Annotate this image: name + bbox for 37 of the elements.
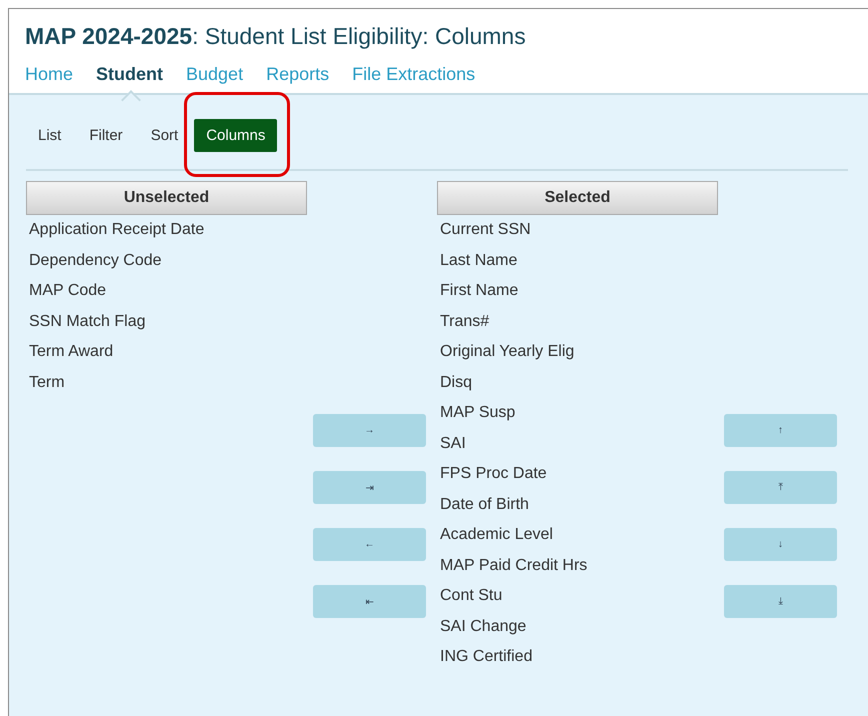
list-item[interactable]: ING Certified <box>437 642 718 672</box>
page-title: MAP 2024-2025: Student List Eligibility: Columns <box>25 23 527 50</box>
list-item[interactable]: Last Name <box>437 246 718 276</box>
column-header: Selected <box>437 181 718 215</box>
list-item[interactable]: Date of Birth <box>437 490 718 520</box>
order-button[interactable]: ↑ <box>724 414 837 447</box>
transfer-button[interactable]: → <box>313 414 426 447</box>
list-item[interactable]: SAI Change <box>437 612 718 642</box>
list-item[interactable]: Application Receipt Date <box>26 215 307 246</box>
list-item[interactable]: FPS Proc Date <box>437 459 718 490</box>
list-item[interactable]: SSN Match Flag <box>26 306 307 337</box>
list-item[interactable]: Cont Stu <box>437 581 718 612</box>
column-header: Unselected <box>26 181 307 215</box>
list-item[interactable]: Trans# <box>437 306 718 337</box>
list-item[interactable]: MAP Paid Credit Hrs <box>437 550 718 581</box>
list-item[interactable]: Disq <box>437 368 718 398</box>
list-item[interactable]: MAP Susp <box>437 398 718 428</box>
list-item[interactable]: Dependency Code <box>26 246 307 276</box>
list-item[interactable]: Current SSN <box>437 215 718 246</box>
transfer-button[interactable]: ⇤ <box>313 585 426 618</box>
list-item[interactable]: First Name <box>437 276 718 306</box>
list-item[interactable]: Term Award <box>26 337 307 368</box>
sub-tab[interactable]: Sort <box>138 118 190 152</box>
nav-tab[interactable]: Student <box>96 64 164 84</box>
list-item[interactable]: SAI <box>437 428 718 459</box>
list-item[interactable]: Term <box>26 368 307 398</box>
sub-tab[interactable]: List <box>26 118 74 152</box>
list-item[interactable]: Original Yearly Elig <box>437 337 718 368</box>
order-button[interactable]: ↓ <box>724 528 837 561</box>
transfer-button[interactable]: ← <box>313 528 426 561</box>
transfer-button[interactable]: ⇥ <box>313 471 426 504</box>
list-item[interactable]: MAP Code <box>26 276 307 306</box>
sub-tab[interactable]: Columns <box>194 118 278 152</box>
order-button[interactable]: ⤒ <box>724 471 837 504</box>
list-item[interactable]: Academic Level <box>437 520 718 550</box>
sub-tab[interactable]: Filter <box>77 118 135 152</box>
order-button[interactable]: ⤓ <box>724 585 837 618</box>
